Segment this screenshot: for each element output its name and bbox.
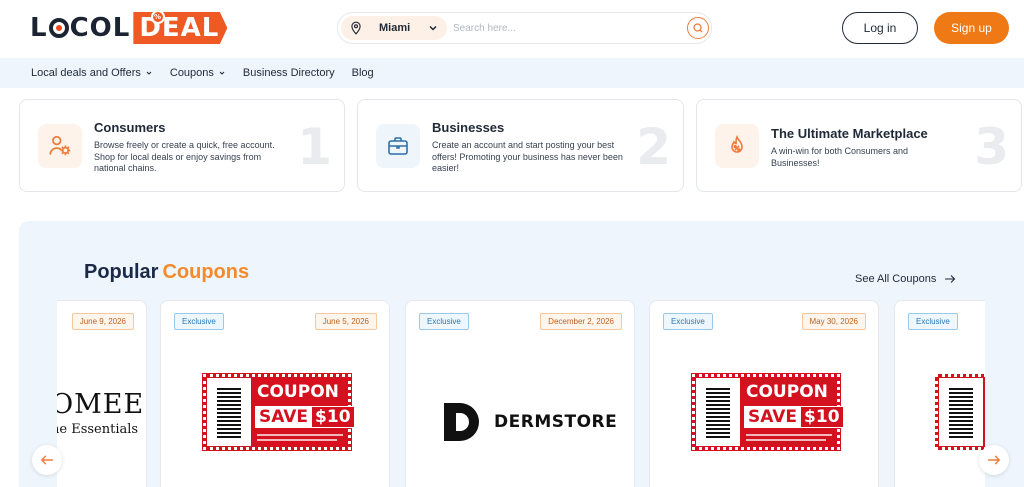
popular-coupons-section: Popular Coupons See All Coupons June 9, 2… <box>19 221 1024 487</box>
arrow-right-icon <box>988 455 1001 465</box>
brand-logo: OMEE ne Essentials <box>57 389 146 437</box>
coupon-image <box>935 374 985 450</box>
feature-description: Browse freely or create a quick, free ac… <box>94 140 275 173</box>
discount-fire-icon <box>715 124 759 168</box>
feature-title: Consumers <box>94 120 166 135</box>
brand-logo-text: DERMSTORE <box>494 412 618 432</box>
arrow-left-icon <box>40 455 53 465</box>
section-title-accent: Coupons <box>162 261 250 283</box>
feature-card-consumers: Consumers Browse freely or create a quic… <box>19 99 345 192</box>
nav-item-coupons[interactable]: Coupons <box>170 67 226 79</box>
briefcase-icon <box>376 124 420 168</box>
coupon-card[interactable]: Exclusive December 2, 2026 DERMSTORE <box>405 300 635 487</box>
login-button[interactable]: Log in <box>842 12 918 44</box>
carousel-next-button[interactable] <box>979 445 1009 475</box>
coupon-card[interactable]: June 9, 2026 OMEE ne Essentials <box>57 300 147 487</box>
nav-item-business-directory[interactable]: Business Directory <box>243 67 335 79</box>
save-word: SAVE <box>259 407 309 427</box>
save-amount: $10 <box>312 407 354 427</box>
expiry-date-badge: June 5, 2026 <box>314 313 377 330</box>
barcode-icon <box>207 378 251 446</box>
city-select[interactable]: Miami <box>341 16 447 40</box>
feature-number: 2 <box>636 118 671 176</box>
site-logo[interactable]: L COL DEAL % <box>30 10 228 44</box>
carousel-prev-button[interactable] <box>32 445 62 475</box>
expiry-date-badge: December 2, 2026 <box>540 313 622 330</box>
chevron-down-icon <box>219 71 225 75</box>
brand-logo-text: OMEE <box>57 389 145 420</box>
logo-text: L COL <box>30 13 131 43</box>
main-nav: Local deals and Offers Coupons Business … <box>0 58 1024 88</box>
chevron-down-icon <box>429 25 437 31</box>
nav-label: Local deals and Offers <box>31 67 141 79</box>
feature-title: The Ultimate Marketplace <box>771 126 928 141</box>
exclusive-badge: Exclusive <box>419 313 469 330</box>
see-all-label: See All Coupons <box>855 273 937 285</box>
coupon-card[interactable]: Exclusive <box>894 300 985 487</box>
brand-logo-subtext: ne Essentials <box>57 422 139 437</box>
feature-description: Create an account and start posting your… <box>432 140 623 173</box>
save-word: SAVE <box>748 407 798 427</box>
coupon-word: COUPON <box>257 382 339 402</box>
barcode-icon <box>939 378 983 446</box>
coupon-image: COUPON SAVE $10 <box>202 373 358 451</box>
chevron-down-icon <box>146 71 152 75</box>
dermstore-d-icon <box>444 403 479 441</box>
expiry-date-badge: June 9, 2026 <box>71 313 134 330</box>
see-all-coupons-link[interactable]: See All Coupons <box>855 273 956 285</box>
feature-title: Businesses <box>432 120 505 135</box>
exclusive-badge: Exclusive <box>174 313 224 330</box>
coupon-word: COUPON <box>746 382 828 402</box>
location-pin-icon <box>351 21 361 35</box>
exclusive-badge: Exclusive <box>663 313 713 330</box>
coupon-image: COUPON SAVE $10 <box>691 373 847 451</box>
feature-card-businesses: Businesses Create an account and start p… <box>357 99 684 192</box>
coupon-card[interactable]: Exclusive May 30, 2026 COUPON SAVE $10 <box>649 300 879 487</box>
barcode-icon <box>696 378 740 446</box>
nav-label: Business Directory <box>242 67 335 79</box>
section-title-main: Popular <box>84 261 159 283</box>
logo-deal-text: DEAL <box>133 12 228 44</box>
feature-card-marketplace: The Ultimate Marketplace A win-win for b… <box>696 99 1022 192</box>
city-label: Miami <box>379 22 411 34</box>
nav-item-blog[interactable]: Blog <box>352 67 374 79</box>
save-badge: SAVE $10 <box>744 406 847 428</box>
brand-logo: DERMSTORE <box>442 401 617 443</box>
feature-number: 3 <box>974 118 1009 176</box>
nav-label: Coupons <box>169 67 214 79</box>
arrow-right-icon <box>945 275 956 283</box>
search-icon <box>693 23 703 33</box>
logo-percent-icon: % <box>151 10 165 24</box>
users-gear-icon <box>38 124 82 168</box>
search-bar: Miami <box>337 12 712 44</box>
exclusive-badge: Exclusive <box>908 313 958 330</box>
coupon-card[interactable]: Exclusive June 5, 2026 COUPON SAVE $10 <box>160 300 390 487</box>
nav-label: Blog <box>351 67 374 79</box>
feature-description: A win-win for both Consumers and Busines… <box>771 146 909 168</box>
search-input[interactable] <box>453 17 673 39</box>
nav-item-local-deals[interactable]: Local deals and Offers <box>31 67 153 79</box>
save-amount: $10 <box>801 407 843 427</box>
search-button[interactable] <box>687 17 709 39</box>
section-title: Popular Coupons <box>84 261 249 284</box>
expiry-date-badge: May 30, 2026 <box>801 313 866 330</box>
header: LCOL DEAL % Miami Log in Sign up <box>0 0 1024 58</box>
save-badge: SAVE $10 <box>255 406 358 428</box>
signup-button[interactable]: Sign up <box>934 12 1009 44</box>
feature-number: 1 <box>297 118 332 176</box>
